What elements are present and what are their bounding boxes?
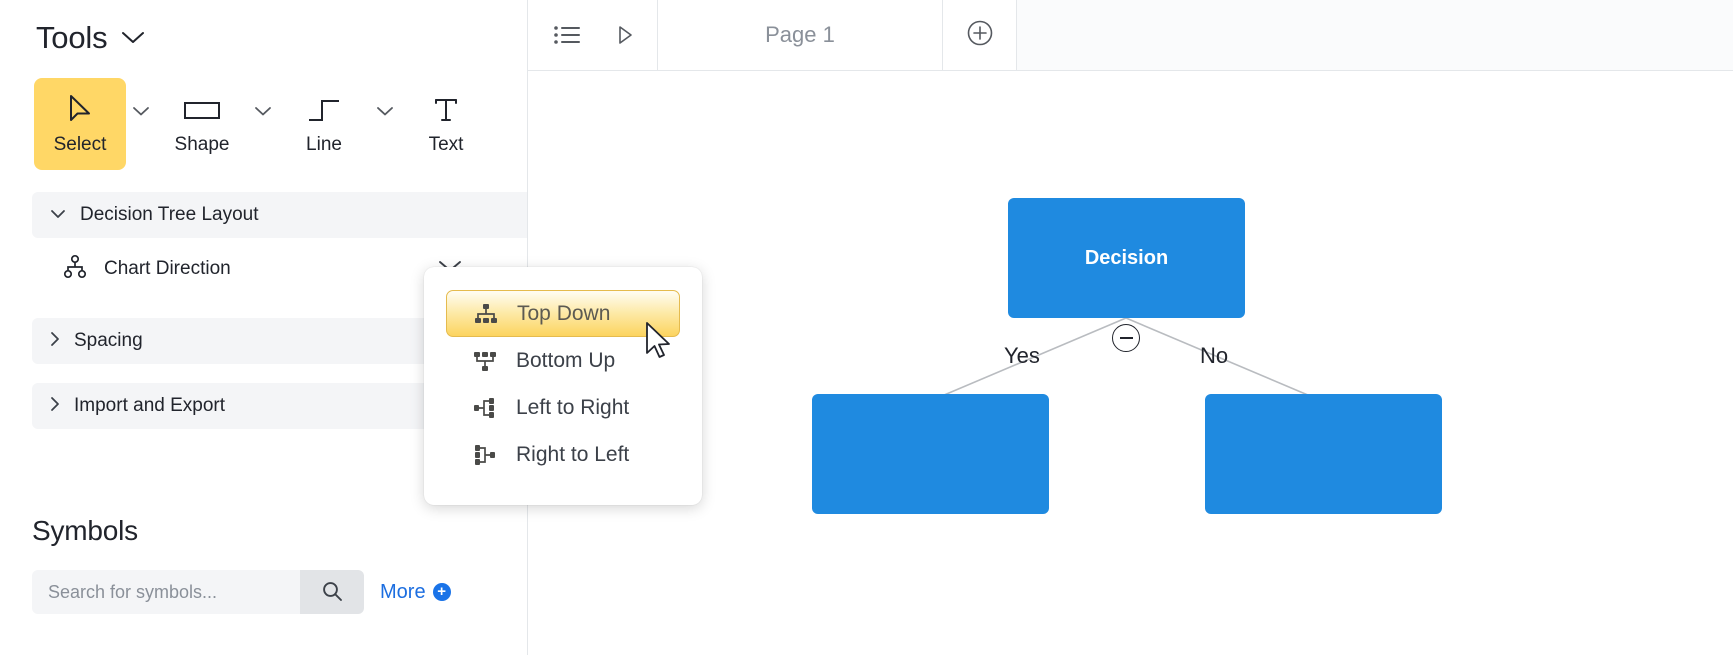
menu-item-left-to-right[interactable]: Left to Right — [446, 384, 680, 431]
section-label: Decision Tree Layout — [80, 204, 259, 226]
plus-circle-icon: + — [433, 583, 451, 601]
tool-select-label: Select — [54, 134, 107, 156]
section-decision-tree-layout[interactable]: Decision Tree Layout — [32, 192, 528, 238]
edge-label-yes: Yes — [1004, 343, 1040, 369]
tool-select-button[interactable]: Select — [34, 78, 126, 170]
search-input[interactable] — [32, 570, 300, 614]
page-title: Tools — [36, 20, 107, 56]
tool-shape-label: Shape — [175, 134, 230, 156]
tool-line-button[interactable]: Line — [278, 78, 370, 170]
toolbar-icon-group — [528, 0, 658, 70]
node-child-left[interactable] — [812, 394, 1049, 514]
toolbar-empty-area — [1017, 0, 1733, 70]
node-decision[interactable]: Decision — [1008, 198, 1245, 318]
symbols-search-row: More + — [32, 570, 451, 614]
tool-shape-caret-icon[interactable] — [248, 78, 278, 170]
diagram-canvas[interactable]: Decision Yes No — [529, 71, 1733, 655]
bottom-up-icon — [472, 350, 498, 372]
add-page-button[interactable] — [943, 0, 1017, 70]
node-child-right[interactable] — [1205, 394, 1442, 514]
hierarchy-icon — [62, 254, 88, 285]
page-tab-label: Page 1 — [765, 22, 835, 48]
app-window: Tools Select Shape — [0, 0, 1733, 655]
menu-item-label: Left to Right — [516, 396, 629, 420]
search-icon — [321, 580, 343, 605]
chevron-right-icon — [50, 331, 60, 352]
tool-select-caret-icon[interactable] — [126, 78, 156, 170]
chart-direction-label: Chart Direction — [104, 258, 422, 280]
tool-shape-button[interactable]: Shape — [156, 78, 248, 170]
list-bullets-icon[interactable] — [553, 24, 581, 46]
chevron-down-icon — [50, 206, 66, 224]
search-button[interactable] — [300, 570, 364, 614]
section-label: Spacing — [74, 330, 143, 352]
top-down-icon — [473, 303, 499, 325]
chart-direction-menu: Top Down Bottom Up — [424, 267, 702, 505]
menu-item-label: Bottom Up — [516, 349, 615, 373]
menu-item-bottom-up[interactable]: Bottom Up — [446, 337, 680, 384]
menu-item-right-to-left[interactable]: Right to Left — [446, 431, 680, 478]
cursor-arrow-icon — [67, 92, 93, 128]
tool-buttons-row: Select Shape Line — [34, 78, 492, 170]
tool-line-label: Line — [306, 134, 342, 156]
minus-bar — [1120, 337, 1133, 339]
play-triangle-icon[interactable] — [617, 25, 633, 45]
plus-circle-icon — [966, 19, 994, 52]
minus-circle-icon[interactable] — [1112, 324, 1140, 352]
left-to-right-icon — [472, 397, 498, 419]
symbols-heading: Symbols — [32, 515, 138, 547]
edge-label-no: No — [1200, 343, 1228, 369]
page-toolbar: Page 1 — [528, 0, 1733, 71]
text-t-icon — [431, 92, 461, 128]
menu-item-label: Top Down — [517, 302, 610, 326]
tool-text-label: Text — [429, 134, 464, 156]
tab-page-1[interactable]: Page 1 — [658, 0, 943, 70]
more-symbols-link[interactable]: More + — [380, 581, 451, 604]
tools-header[interactable]: Tools — [36, 20, 145, 56]
right-to-left-icon — [472, 444, 498, 466]
tool-line-caret-icon[interactable] — [370, 78, 400, 170]
rectangle-icon — [183, 92, 221, 128]
menu-item-top-down[interactable]: Top Down — [446, 290, 680, 337]
more-label: More — [380, 581, 426, 604]
tool-text-button[interactable]: Text — [400, 78, 492, 170]
menu-item-label: Right to Left — [516, 443, 629, 467]
step-line-icon — [307, 92, 341, 128]
chevron-down-icon[interactable] — [121, 31, 145, 45]
edge-lines — [529, 71, 1733, 655]
chevron-right-icon — [50, 396, 60, 417]
node-label: Decision — [1085, 247, 1168, 270]
section-label: Import and Export — [74, 395, 225, 417]
